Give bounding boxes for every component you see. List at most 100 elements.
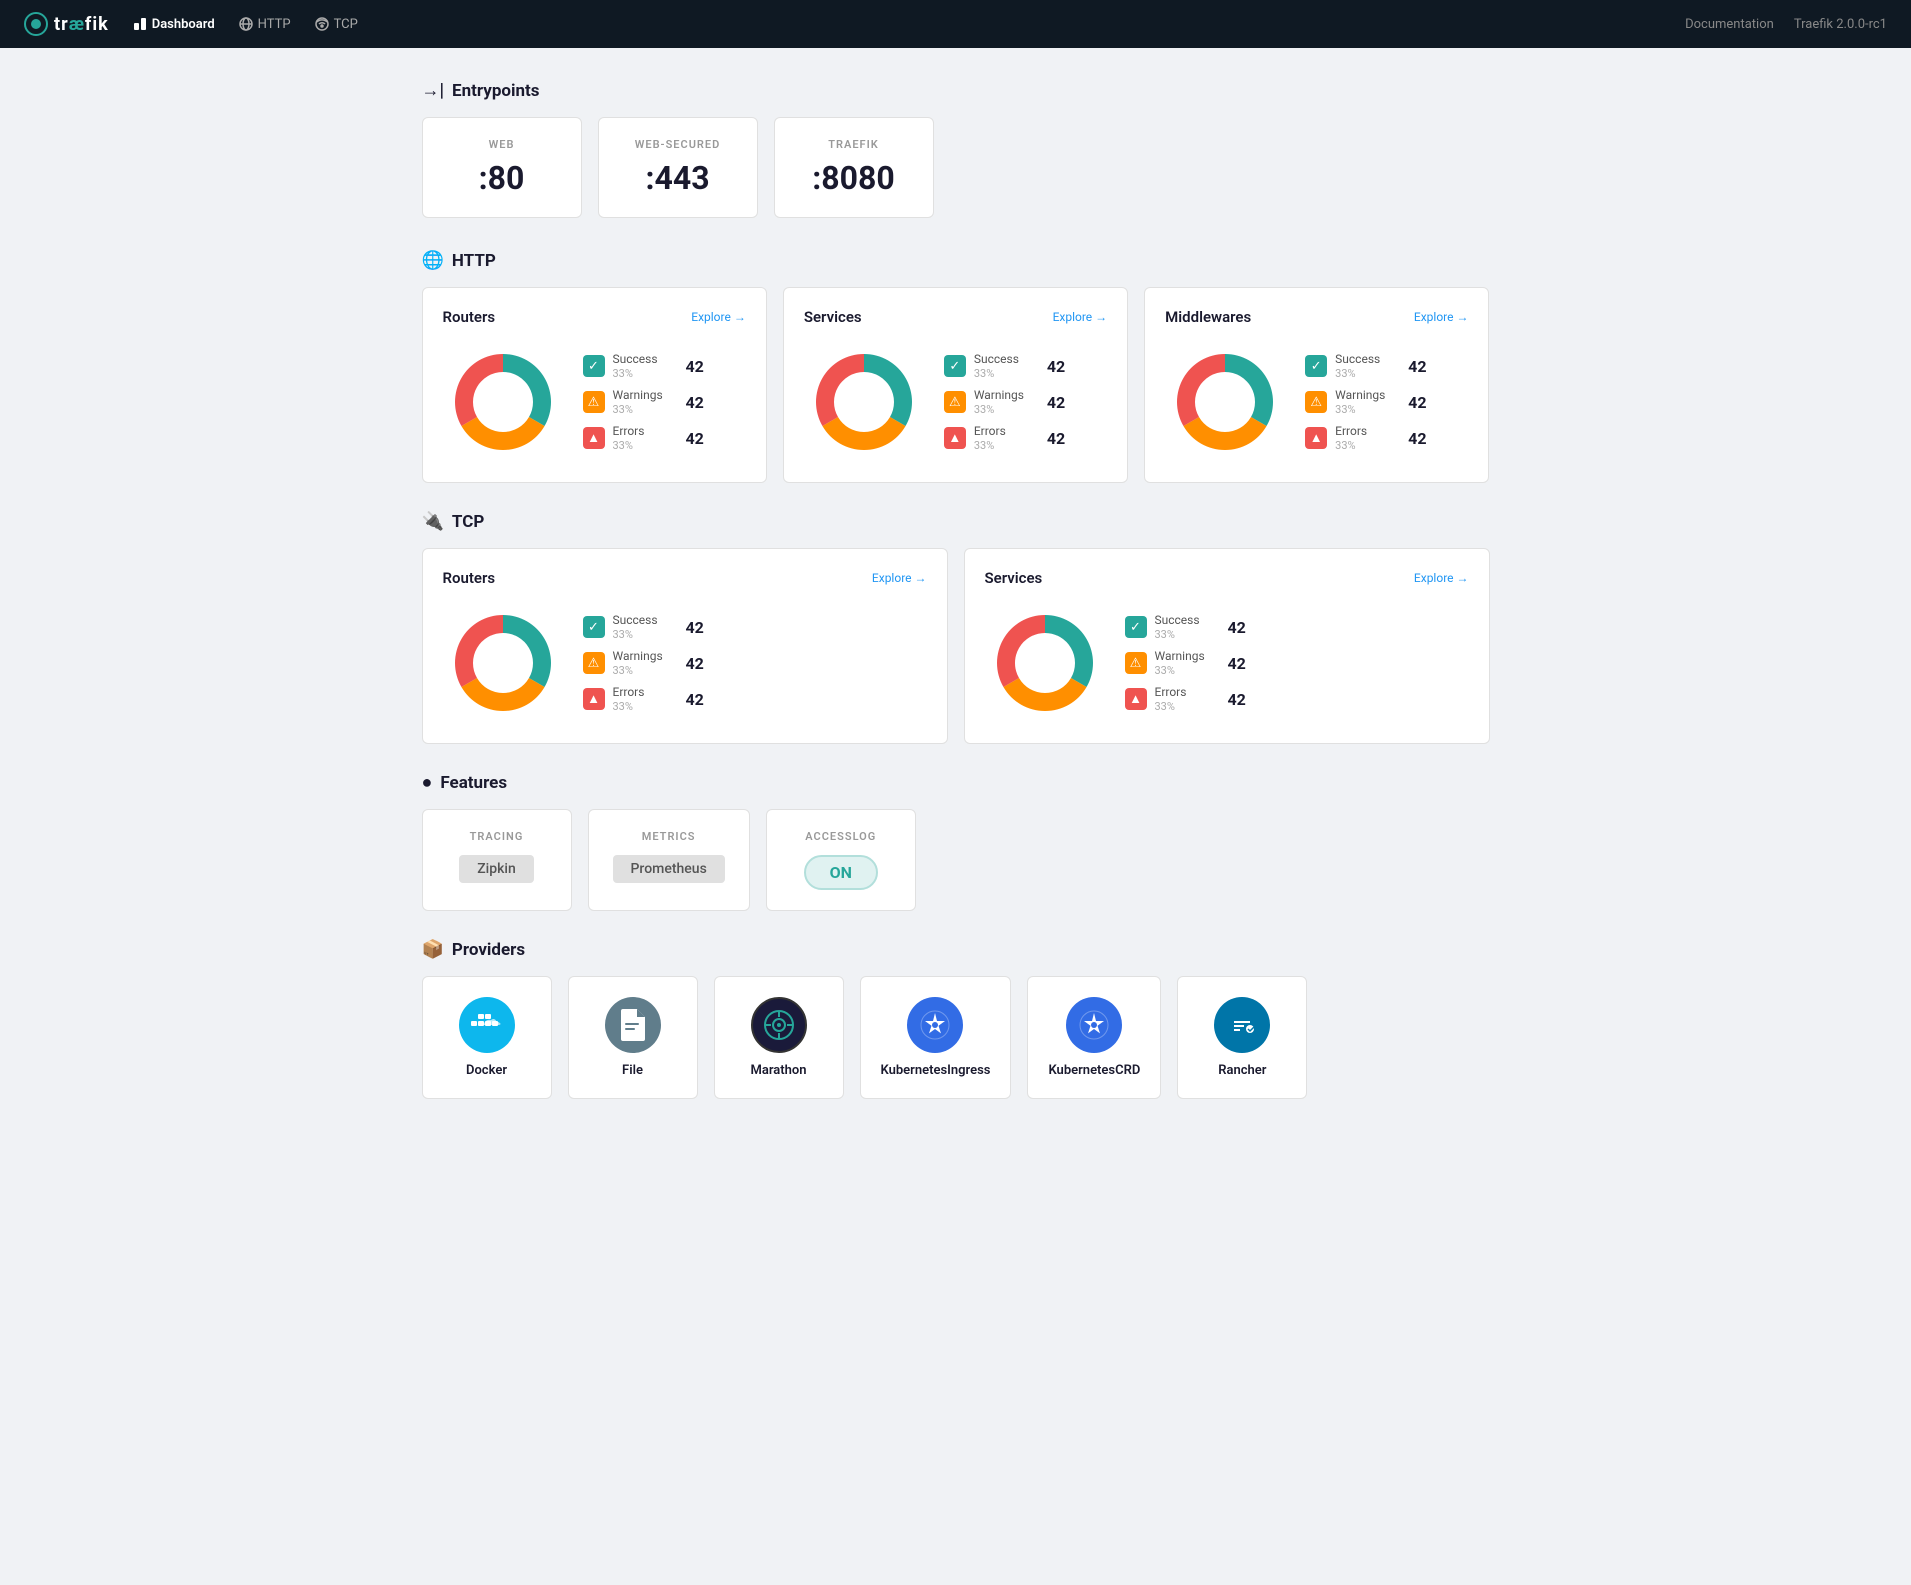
legend-success-text: Success33%	[1155, 613, 1220, 641]
legend-success-count: 42	[1047, 357, 1065, 376]
nav-docs[interactable]: Documentation	[1685, 17, 1774, 32]
legend-warnings-count: 42	[1228, 654, 1246, 673]
legend-success: ✓ Success33% 42	[1305, 352, 1426, 380]
home-icon	[133, 17, 147, 31]
nav-tcp[interactable]: TCP	[315, 17, 358, 32]
kubernetes-svg	[1078, 1009, 1110, 1041]
legend-success: ✓ Success33% 42	[1125, 613, 1246, 641]
docker-svg	[471, 1013, 503, 1037]
provider-icon-wrap	[907, 997, 963, 1053]
explore-link[interactable]: Explore →	[872, 571, 927, 585]
main-content: →| Entrypoints WEB :80 WEB-SECURED :443 …	[406, 48, 1506, 1143]
legend-errors-text: Errors33%	[1335, 424, 1400, 452]
nav-version: Traefik 2.0.0-rc1	[1794, 17, 1887, 32]
logo-icon	[24, 12, 48, 36]
marathon-svg	[763, 1009, 795, 1041]
error-icon: ▲	[1305, 427, 1327, 449]
donut-chart	[1165, 342, 1285, 462]
stat-card-header: Routers Explore →	[443, 308, 746, 326]
success-icon: ✓	[944, 355, 966, 377]
stat-card-body: ✓ Success33% 42 ⚠ Warnings33% 42 ▲ Error…	[443, 603, 927, 723]
entrypoint-traefik: TRAEFIK :8080	[774, 117, 934, 218]
provider-icon-wrap	[459, 997, 515, 1053]
error-icon: ▲	[944, 427, 966, 449]
nav-http[interactable]: HTTP	[239, 17, 291, 32]
donut-chart	[804, 342, 924, 462]
stat-card: Middlewares Explore → ✓ Success33% 42 ⚠ …	[1144, 287, 1489, 483]
legend-success-count: 42	[686, 618, 704, 637]
stat-card-title: Services	[804, 308, 862, 326]
legend-warnings-count: 42	[1408, 393, 1426, 412]
legend-errors-count: 42	[686, 690, 704, 709]
stat-card: Routers Explore → ✓ Success33% 42 ⚠ Warn…	[422, 548, 948, 744]
wifi-icon	[315, 17, 329, 31]
provider-icon-wrap	[1066, 997, 1122, 1053]
feature-metrics: METRICS Prometheus	[588, 809, 750, 911]
tcp-header: 🔌 TCP	[422, 511, 1490, 532]
explore-link[interactable]: Explore →	[691, 310, 746, 324]
entrypoints-grid: WEB :80 WEB-SECURED :443 TRAEFIK :8080	[422, 117, 1490, 218]
legend: ✓ Success33% 42 ⚠ Warnings33% 42 ▲ Error…	[1305, 352, 1426, 452]
donut-chart	[443, 342, 563, 462]
legend-warnings-count: 42	[686, 393, 704, 412]
legend-success-text: Success33%	[974, 352, 1039, 380]
stat-card-header: Middlewares Explore →	[1165, 308, 1468, 326]
stat-card: Routers Explore → ✓ Success33% 42 ⚠ Warn…	[422, 287, 767, 483]
features-header: ● Features	[422, 772, 1490, 793]
feature-accesslog: ACCESSLOG ON	[766, 809, 916, 911]
donut-chart	[985, 603, 1105, 723]
rancher-svg	[1226, 1009, 1258, 1041]
legend-warnings: ⚠ Warnings33% 42	[1125, 649, 1246, 677]
provider-card-docker: Docker	[422, 976, 552, 1099]
features-icon: ●	[422, 772, 433, 793]
legend-warnings-text: Warnings33%	[1155, 649, 1220, 677]
warning-icon: ⚠	[944, 391, 966, 413]
nav-dashboard[interactable]: Dashboard	[133, 17, 215, 32]
provider-card-file: File	[568, 976, 698, 1099]
legend-warnings: ⚠ Warnings33% 42	[1305, 388, 1426, 416]
kubernetes-svg	[919, 1009, 951, 1041]
provider-name: Docker	[466, 1063, 507, 1078]
stat-card-body: ✓ Success33% 42 ⚠ Warnings33% 42 ▲ Error…	[985, 603, 1469, 723]
legend-errors-text: Errors33%	[613, 424, 678, 452]
provider-name: File	[622, 1063, 643, 1078]
provider-card-kubernetescrd: KubernetesCRD	[1027, 976, 1161, 1099]
legend-warnings-text: Warnings33%	[613, 649, 678, 677]
provider-icon-wrap	[605, 997, 661, 1053]
warning-icon: ⚠	[1305, 391, 1327, 413]
provider-name: Rancher	[1218, 1063, 1266, 1078]
entrypoints-icon: →|	[422, 80, 445, 101]
legend-warnings: ⚠ Warnings33% 42	[583, 388, 704, 416]
providers-grid: Docker File	[422, 976, 1490, 1099]
success-icon: ✓	[583, 616, 605, 638]
provider-name: Marathon	[750, 1063, 806, 1078]
provider-icon-wrap	[751, 997, 807, 1053]
provider-name: KubernetesIngress	[881, 1063, 991, 1078]
warning-icon: ⚠	[583, 391, 605, 413]
stat-card-title: Middlewares	[1165, 308, 1251, 326]
error-icon: ▲	[583, 688, 605, 710]
legend-errors-text: Errors33%	[1155, 685, 1220, 713]
explore-link[interactable]: Explore →	[1053, 310, 1108, 324]
warning-icon: ⚠	[583, 652, 605, 674]
legend-warnings: ⚠ Warnings33% 42	[583, 649, 704, 677]
entrypoint-web-secured: WEB-SECURED :443	[598, 117, 758, 218]
legend: ✓ Success33% 42 ⚠ Warnings33% 42 ▲ Error…	[944, 352, 1065, 452]
http-header: 🌐 HTTP	[422, 250, 1490, 271]
provider-card-marathon: Marathon	[714, 976, 844, 1099]
legend-errors-count: 42	[1047, 429, 1065, 448]
legend-errors-count: 42	[1228, 690, 1246, 709]
http-cards-grid: Routers Explore → ✓ Success33% 42 ⚠ Warn…	[422, 287, 1490, 483]
legend-errors-text: Errors33%	[613, 685, 678, 713]
globe-icon	[239, 17, 253, 31]
stat-card: Services Explore → ✓ Success33% 42 ⚠ War…	[964, 548, 1490, 744]
logo: træfik	[24, 12, 109, 36]
explore-link[interactable]: Explore →	[1414, 310, 1469, 324]
error-icon: ▲	[1125, 688, 1147, 710]
stat-card-title: Routers	[443, 569, 496, 587]
legend-errors: ▲ Errors33% 42	[1305, 424, 1426, 452]
legend-success-count: 42	[1408, 357, 1426, 376]
legend-success-text: Success33%	[613, 613, 678, 641]
features-grid: TRACING Zipkin METRICS Prometheus ACCESS…	[422, 809, 1490, 911]
explore-link[interactable]: Explore →	[1414, 571, 1469, 585]
